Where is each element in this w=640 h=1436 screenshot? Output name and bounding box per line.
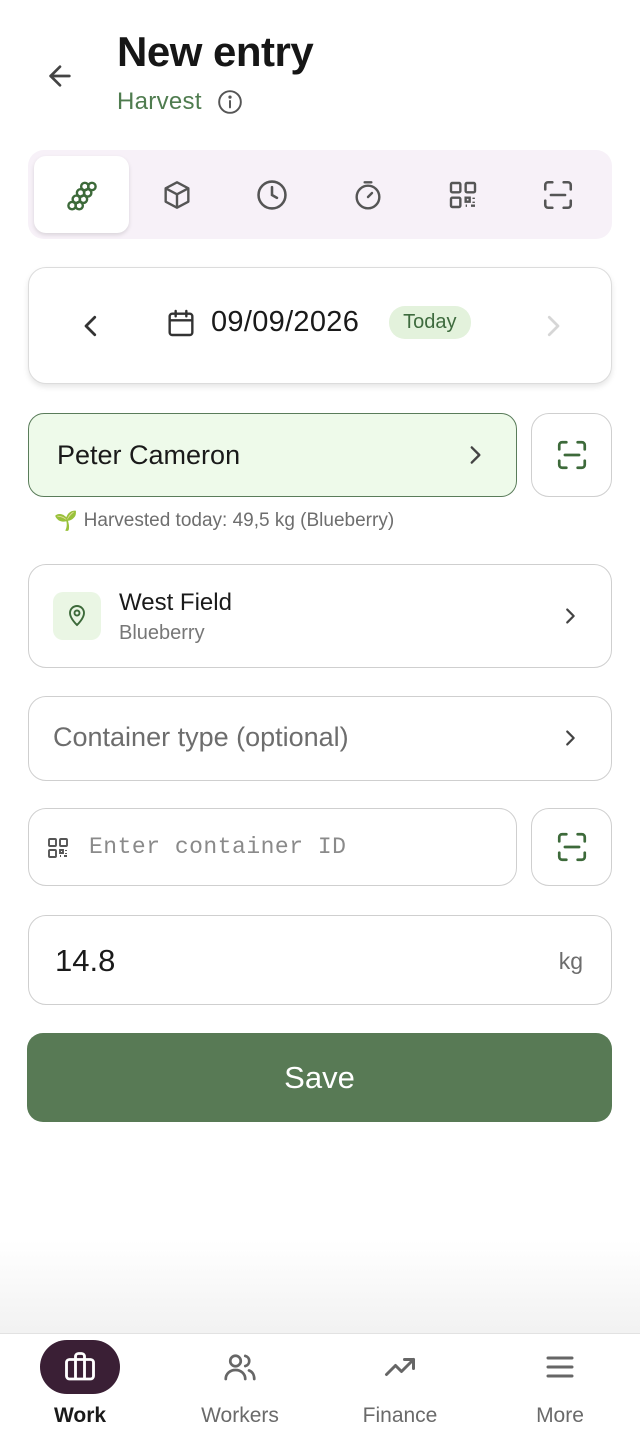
nav-label: More	[536, 1404, 584, 1427]
container-type-selector[interactable]: Container type (optional)	[28, 696, 612, 781]
nav-item-finance[interactable]: Finance	[320, 1334, 480, 1436]
back-button[interactable]	[36, 52, 84, 100]
weight-field: kg	[28, 915, 612, 1005]
bottom-navigation: Work Workers Finance More	[0, 1333, 640, 1436]
menu-icon	[546, 1356, 574, 1378]
tab-harvest[interactable]	[34, 156, 130, 233]
chevron-right-icon	[470, 446, 481, 464]
tab-qr[interactable]	[415, 156, 510, 233]
users-icon	[224, 1354, 256, 1381]
scan-worker-button[interactable]	[531, 413, 612, 497]
arrow-left-icon	[49, 65, 71, 87]
field-crop: Blueberry	[119, 622, 205, 644]
nav-label: Work	[53, 1404, 107, 1427]
date-picker: 09/09/2026 Today	[28, 267, 612, 384]
nav-icon-wrap	[200, 1340, 280, 1394]
map-pin-icon	[69, 605, 85, 627]
field-selector[interactable]: West Field Blueberry	[28, 564, 612, 668]
chevron-left-icon	[84, 315, 97, 337]
worker-name: Peter Cameron	[57, 439, 241, 470]
calendar-icon	[168, 309, 194, 336]
info-button[interactable]	[216, 88, 244, 116]
chevron-right-icon	[559, 727, 581, 749]
trending-up-icon	[385, 1358, 415, 1376]
page-subtitle: Harvest	[117, 88, 202, 115]
seedling-icon: 🌱	[54, 511, 78, 532]
tab-box[interactable]	[129, 156, 224, 233]
today-badge: Today	[389, 306, 471, 339]
tab-scan[interactable]	[511, 156, 606, 233]
briefcase-icon	[65, 1352, 95, 1381]
nav-icon-wrap	[360, 1340, 440, 1394]
scan-icon	[557, 440, 586, 470]
scroll-fade	[0, 1240, 640, 1334]
tab-time[interactable]	[225, 156, 320, 233]
previous-day-button[interactable]	[69, 304, 113, 348]
scan-icon	[544, 180, 573, 209]
scan-icon	[557, 832, 586, 862]
nav-item-more[interactable]: More	[480, 1334, 640, 1436]
field-name: West Field	[119, 589, 232, 616]
scan-container-button[interactable]	[531, 808, 612, 886]
container-type-placeholder: Container type (optional)	[53, 722, 349, 752]
header: New entry Harvest	[0, 0, 640, 140]
qr-code-icon	[449, 181, 477, 208]
field-icon-box	[53, 592, 101, 640]
page-title: New entry	[117, 28, 314, 75]
nav-item-work[interactable]: Work	[0, 1334, 160, 1436]
subtitle-row: Harvest	[117, 88, 244, 116]
weight-input[interactable]	[55, 938, 455, 984]
chevron-right-icon	[547, 315, 560, 337]
stopwatch-icon	[355, 180, 381, 210]
worker-selector[interactable]: Peter Cameron	[28, 413, 517, 497]
tab-timer[interactable]	[320, 156, 415, 233]
container-id-field	[28, 808, 517, 886]
next-day-button[interactable]	[531, 304, 575, 348]
info-icon	[217, 90, 242, 114]
save-button[interactable]: Save	[27, 1033, 612, 1122]
weight-unit: kg	[558, 948, 583, 974]
harvest-summary-text: Harvested today: 49,5 kg (Blueberry)	[83, 510, 395, 531]
nav-icon-wrap	[40, 1340, 120, 1394]
date-display[interactable]: 09/09/2026 Today	[165, 306, 471, 339]
nav-label: Finance	[362, 1404, 438, 1427]
nav-item-workers[interactable]: Workers	[160, 1334, 320, 1436]
box-icon	[164, 180, 190, 209]
date-value: 09/09/2026	[211, 306, 360, 338]
harvest-summary: 🌱 Harvested today: 49,5 kg (Blueberry)	[54, 509, 394, 533]
container-id-input[interactable]	[89, 825, 499, 869]
nav-label: Workers	[201, 1404, 279, 1427]
grapes-icon	[66, 181, 97, 211]
entry-type-tabs	[28, 150, 612, 239]
clock-icon	[257, 179, 288, 210]
qr-code-icon	[48, 838, 68, 858]
nav-icon-wrap	[520, 1340, 600, 1394]
chevron-right-icon	[559, 605, 581, 627]
